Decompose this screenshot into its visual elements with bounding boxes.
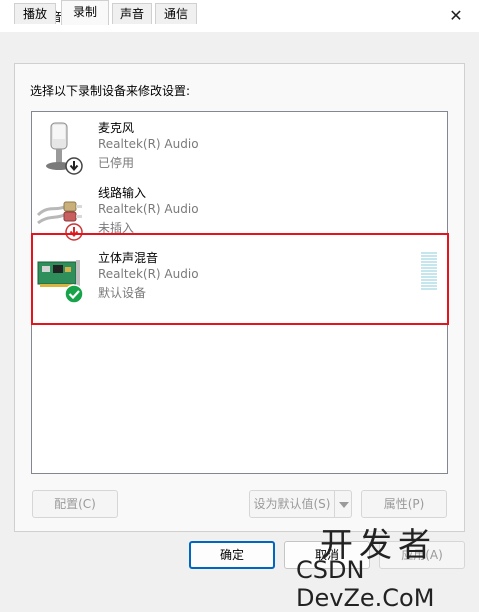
properties-button[interactable]: 属性(P)	[361, 490, 447, 518]
chevron-down-icon	[339, 502, 349, 508]
device-list[interactable]: 麦克风 Realtek(R) Audio 已停用 线路输入 Realtek(R)…	[31, 111, 448, 474]
green-check-badge	[64, 284, 84, 304]
device-status: 默认设备	[98, 286, 147, 300]
device-name: 线路输入	[98, 186, 147, 200]
device-name: 麦克风	[98, 121, 135, 135]
tab-sounds[interactable]: 声音	[112, 3, 152, 24]
set-default-button[interactable]: 设为默认值(S)	[249, 490, 335, 518]
tab-playback[interactable]: 播放	[14, 3, 56, 24]
ok-button[interactable]: 确定	[189, 541, 275, 569]
device-status: 未插入	[98, 221, 135, 235]
sound-card-icon	[37, 260, 84, 304]
microphone-icon	[46, 122, 83, 175]
close-button[interactable]: ✕	[433, 0, 479, 32]
device-item-microphone[interactable]: 麦克风 Realtek(R) Audio 已停用	[32, 118, 447, 180]
tab-recording[interactable]: 录制	[61, 0, 109, 25]
set-default-dropdown[interactable]	[334, 490, 352, 518]
tab-communications[interactable]: 通信	[155, 3, 197, 24]
instruction-text: 选择以下录制设备来修改设置:	[30, 84, 191, 98]
level-meter	[421, 252, 437, 292]
watermark-site: CSDN DevZe.CoM	[296, 556, 435, 612]
device-item-stereo-mix[interactable]: 立体声混音 Realtek(R) Audio 默认设备	[32, 248, 447, 310]
line-in-cable-icon	[36, 201, 83, 241]
device-status: 已停用	[98, 156, 135, 170]
device-driver: Realtek(R) Audio	[98, 202, 199, 216]
configure-button[interactable]: 配置(C)	[32, 490, 118, 518]
device-item-line-in[interactable]: 线路输入 Realtek(R) Audio 未插入	[32, 183, 447, 245]
device-driver: Realtek(R) Audio	[98, 137, 199, 151]
device-driver: Realtek(R) Audio	[98, 267, 199, 281]
device-name: 立体声混音	[98, 251, 159, 265]
